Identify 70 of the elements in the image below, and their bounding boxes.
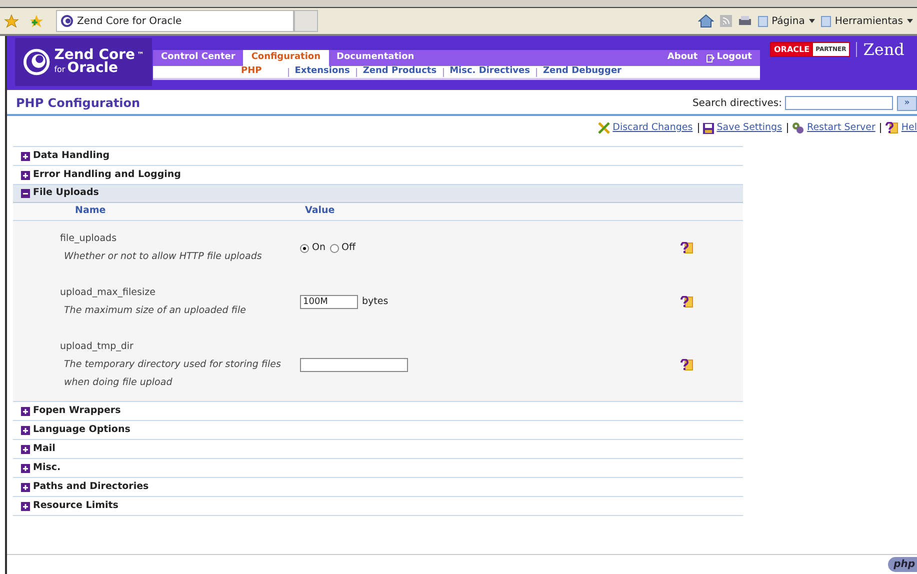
section-header[interactable]: Error Handling and Logging	[13, 166, 743, 184]
browser-menu-item[interactable]: Herramientas	[820, 14, 913, 28]
main-tab[interactable]: Documentation	[328, 50, 422, 66]
php-logo: php	[888, 557, 917, 572]
browser-tab[interactable]: Zend Core for Oracle	[56, 10, 294, 32]
setting-description: Whether or not to allow HTTP file uploads	[63, 250, 263, 264]
help-icon[interactable]	[680, 296, 693, 308]
setting-name: upload_max_filesize	[60, 286, 156, 300]
logout-link[interactable]: Logout	[706, 51, 752, 65]
setting-description: The temporary directory used for storing files when doing file upload	[63, 358, 282, 390]
brand-name: Zend	[863, 42, 904, 58]
expand-icon[interactable]	[21, 444, 30, 454]
expand-icon[interactable]	[21, 464, 30, 472]
section-header[interactable]: File Uploads	[13, 185, 743, 203]
setting-field[interactable]	[300, 358, 408, 372]
action-link[interactable]: Discard Changes	[612, 120, 693, 136]
section-header[interactable]: Resource Limits	[13, 497, 743, 515]
cross-icon	[598, 122, 610, 134]
section-header[interactable]: Language Options	[13, 421, 743, 439]
collapse-icon[interactable]	[21, 189, 30, 198]
section-header[interactable]: Mail	[13, 440, 743, 458]
dropdown-caret-icon	[907, 19, 913, 23]
logout-icon	[706, 54, 715, 62]
expand-icon[interactable]	[21, 482, 30, 492]
search-label: Search directives:	[692, 96, 782, 110]
sub-tab[interactable]: Extensions	[294, 65, 350, 79]
help-icon[interactable]	[680, 359, 693, 371]
print-icon[interactable]	[738, 15, 752, 27]
expand-icon[interactable]	[21, 406, 30, 416]
sub-tab[interactable]: PHP	[241, 65, 282, 79]
expand-icon[interactable]	[21, 426, 30, 434]
help-icon[interactable]	[885, 122, 898, 134]
main-tab[interactable]: Configuration	[243, 50, 329, 66]
radio-button[interactable]	[300, 244, 309, 252]
section-header[interactable]: Data Handling	[13, 147, 743, 165]
main-tab[interactable]: Control Center	[153, 50, 244, 66]
radio-button[interactable]	[330, 244, 338, 252]
setting-description: The maximum size of an uploaded file	[63, 304, 247, 318]
search-field[interactable]	[785, 96, 893, 110]
star-icon[interactable]	[4, 14, 19, 28]
help-icon[interactable]	[680, 242, 693, 254]
sub-tab[interactable]: Misc. Directives	[450, 65, 530, 79]
page-title: PHP Configuration	[16, 95, 140, 112]
column-header: Value	[305, 204, 335, 218]
about-link[interactable]: About	[667, 51, 698, 65]
action-link[interactable]: Hel	[901, 120, 917, 136]
action-link[interactable]: Save Settings	[716, 120, 782, 136]
logo-subtitle: for Oracle	[54, 62, 120, 76]
home-icon[interactable]	[698, 14, 714, 28]
section-header[interactable]: Fopen Wrappers	[13, 402, 743, 420]
floppy-icon	[702, 122, 714, 134]
radio-label: On	[312, 240, 326, 255]
setting-name: upload_tmp_dir	[60, 340, 134, 354]
sub-tab[interactable]: Zend Debugger	[543, 65, 622, 79]
add-favorite-icon[interactable]	[29, 14, 44, 28]
expand-icon[interactable]	[21, 502, 30, 510]
browser-menu-item[interactable]: Página	[758, 14, 815, 28]
radio-label: Off	[342, 240, 356, 255]
section-header[interactable]: Paths and Directories	[13, 478, 743, 496]
setting-name: file_uploads	[60, 232, 118, 246]
unit-label: bytes	[362, 294, 388, 309]
search-button[interactable]: »	[897, 96, 917, 110]
column-header: Name	[75, 204, 107, 218]
expand-icon[interactable]	[21, 170, 30, 180]
dropdown-caret-icon	[808, 19, 815, 23]
setting-field[interactable]: 100M	[300, 295, 358, 309]
section-header[interactable]: Misc.	[13, 459, 743, 477]
sub-tab[interactable]: Zend Products	[362, 65, 437, 79]
action-link[interactable]: Restart Server	[807, 120, 876, 136]
expand-icon[interactable]	[21, 152, 30, 160]
